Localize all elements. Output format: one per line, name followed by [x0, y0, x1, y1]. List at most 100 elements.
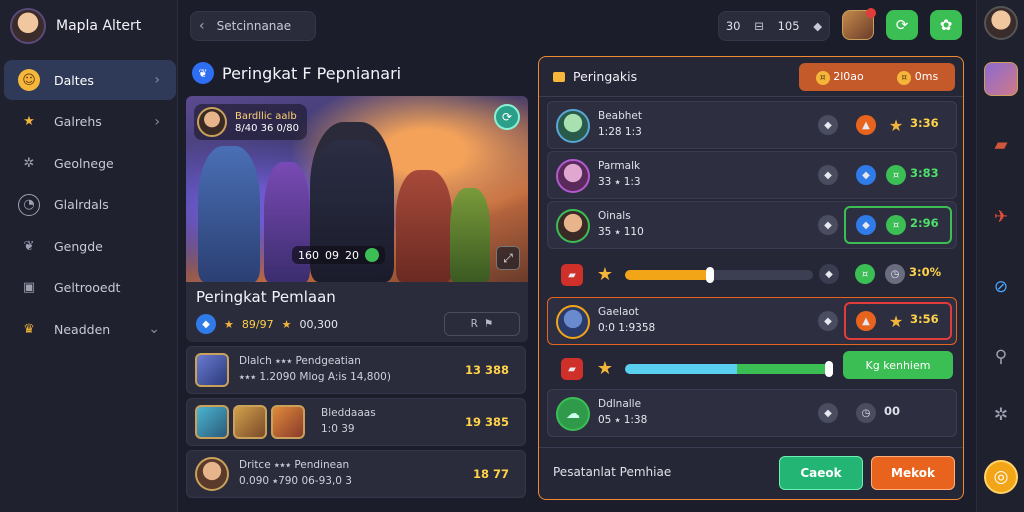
sidebar-item-label: Daltes [54, 72, 94, 88]
list-item[interactable]: Dritce ⭑⭑⭑ Pendinean 0.090 ⭑790 06-93,0 … [186, 450, 526, 498]
compass-icon[interactable]: ⊘ [984, 270, 1018, 304]
tab-label: 2l0ao [833, 69, 864, 83]
hero-tag: Bardllic aalb 8/40 36 0/80 [194, 104, 307, 140]
progress-row: ▰ ★ ◆ ¤ ◷ 3:0% [547, 251, 957, 299]
hero-score: 160 09 20 [292, 246, 385, 264]
confirm-button[interactable]: Caeok [779, 456, 863, 490]
card-title: Peringkat Pemlaan [196, 288, 336, 306]
player-score: 3:56 [910, 312, 939, 326]
player-score: 00 [884, 404, 901, 418]
sidebar-item-neadden[interactable]: ♛ Neadden ⌄ [4, 309, 176, 349]
trophy-icon: ♛ [23, 321, 35, 337]
player-thumb [195, 353, 229, 387]
profile-avatar[interactable] [10, 8, 46, 44]
shield-icon: ◆ [813, 19, 823, 33]
settings-button[interactable]: ✿ [930, 10, 962, 40]
leaderboard-row[interactable]: Gaelaot 0:0 1:9358 ◆ ▲ ★ 3:56 [547, 297, 957, 345]
chevron-down-icon: ⌄ [148, 321, 160, 337]
hero-figure [450, 188, 490, 282]
sidebar-item-glalrdals[interactable]: ◔ Glalrdals [4, 185, 176, 225]
refresh-icon[interactable]: ⟳ [494, 104, 520, 130]
leaderboard-row[interactable]: ☁ Ddlnalle 05 ⭑ 1:38 ◆ ◷ 00 [547, 389, 957, 437]
chest-icon[interactable]: ▰ [984, 128, 1018, 162]
hero-avatar [197, 107, 227, 137]
progress-bar[interactable] [625, 361, 833, 377]
progress-bar[interactable] [625, 267, 813, 283]
player-name: Beabhet [598, 110, 642, 122]
gem-icon: ◆ [856, 215, 876, 235]
power-button[interactable]: ◎ [984, 460, 1018, 494]
sidebar-item-label: Geolnege [54, 155, 114, 171]
player-name: Ddlnalle [598, 398, 642, 410]
card-filter-button[interactable]: R ⚑ [444, 312, 520, 336]
cancel-button[interactable]: Mekok [871, 456, 955, 490]
profile[interactable]: Mapla Altert [10, 8, 141, 44]
panel-title-text: Peringakis [573, 69, 638, 84]
claim-button[interactable]: Kg kenhiem [843, 351, 953, 379]
list-value: 18 77 [472, 467, 509, 481]
list-line2: ⭑⭑⭑ 1.2090 Mlog A:is 14,800) [239, 371, 391, 383]
panel-tabs[interactable]: ¤ 2l0ao ¤ 0ms [799, 63, 955, 91]
back-button[interactable]: ‹ Setcinnanae [190, 11, 316, 41]
smile-icon: ☺ [18, 69, 40, 91]
player-sub: 0:0 1:9358 [598, 322, 656, 334]
hero-banner[interactable]: Bardllic aalb 8/40 36 0/80 ⟳ 160 09 20 ⤢ [186, 96, 528, 282]
tab-time[interactable]: ¤ 0ms [897, 70, 938, 85]
progress-fill [625, 364, 829, 374]
clock-icon: ◷ [885, 264, 905, 284]
stats-bar: 30 ⊟ 105 ◆ [718, 11, 830, 41]
progress-knob[interactable] [705, 267, 714, 283]
notification-avatar-button[interactable] [842, 8, 876, 40]
leaderboard-row[interactable]: Parmalk 33 ⭑ 1:3 ◆ ◆ ¤ 3:83 [547, 151, 957, 199]
list-item[interactable]: Dlalch ⭑⭑⭑ Pendgeatian ⭑⭑⭑ 1.2090 Mlog A… [186, 346, 526, 394]
progress-knob[interactable] [824, 361, 833, 377]
leaderboard-row[interactable]: Oinals 35 ⭑ 110 ◆ ◆ ¤ 2:96 [547, 201, 957, 249]
mail-icon [553, 71, 565, 82]
character-portrait-button[interactable] [984, 62, 1018, 96]
coin-icon: ¤ [815, 70, 830, 85]
leaderboard-row[interactable]: Beabhet 1:28 1:3 ◆ ▲ ★ 3:36 [547, 101, 957, 149]
sidebar-item-geolnege[interactable]: ✲ Geolnege [4, 143, 176, 183]
progress-value: 3:0% [909, 265, 942, 279]
sidebar-item-geltrooedt[interactable]: ▣ Geltrooedt [4, 268, 176, 308]
coin-icon: ¤ [886, 215, 906, 235]
fire-icon: ▲ [856, 311, 876, 331]
chevron-right-icon: › [154, 72, 160, 88]
sidebar-item-label: Geltrooedt [54, 280, 121, 295]
section-title-text: Peringkat F Pepnianari [222, 63, 402, 83]
list-value: 13 388 [464, 363, 509, 377]
chevron-right-icon: › [154, 113, 160, 130]
player-avatar [556, 305, 590, 339]
star-icon: ★ [888, 311, 904, 331]
shield-icon: ◆ [818, 215, 838, 235]
panel-header: Peringakis ¤ 2l0ao ¤ 0ms [539, 57, 963, 97]
list-value: 19 385 [464, 415, 509, 429]
footer-label: Pesatanlat Pemhiae [553, 465, 672, 479]
gear-icon[interactable]: ✲ [984, 398, 1018, 432]
list-line1: Dritce ⭑⭑⭑ Pendinean [239, 459, 350, 471]
tab-coins[interactable]: ¤ 2l0ao [815, 69, 864, 85]
sidebar-item-galrehs[interactable]: ★ Galrehs › [4, 102, 176, 142]
shield-icon: ◆ [819, 264, 839, 284]
search-icon[interactable]: ⚲ [984, 340, 1018, 374]
green-action-button[interactable]: ⟳ [886, 10, 918, 40]
star-icon: ★ [596, 263, 614, 285]
user-avatar-button[interactable] [984, 6, 1018, 40]
player-avatar [556, 109, 590, 143]
sidebar-item-label: Neadden [54, 321, 111, 337]
leaf-icon: ❦ [23, 238, 35, 254]
card-stats: ◆ ★ 89/97 ★ 00,300 [196, 314, 338, 334]
back-label: Setcinnanae [216, 19, 292, 33]
sidebar-nav: ☺ Daltes › ★ Galrehs › ✲ Geolnege ◔ Glal… [4, 60, 176, 351]
gear-icon: ✿ [939, 16, 953, 34]
expand-icon[interactable]: ⤢ [496, 246, 520, 270]
sidebar-item-gengde[interactable]: ❦ Gengde [4, 226, 176, 266]
sidebar-item-daltes[interactable]: ☺ Daltes › [4, 60, 176, 100]
rocket-icon[interactable]: ✈ [984, 200, 1018, 234]
hero-figure [198, 146, 260, 282]
coin-icon: ¤ [897, 70, 912, 85]
robot-icon: ⊟ [754, 19, 764, 33]
list-item[interactable]: Bleddaaas 1:0 39 19 385 [186, 398, 526, 446]
player-sub: 05 ⭑ 1:38 [598, 414, 648, 426]
chest-icon: ▰ [561, 264, 583, 286]
